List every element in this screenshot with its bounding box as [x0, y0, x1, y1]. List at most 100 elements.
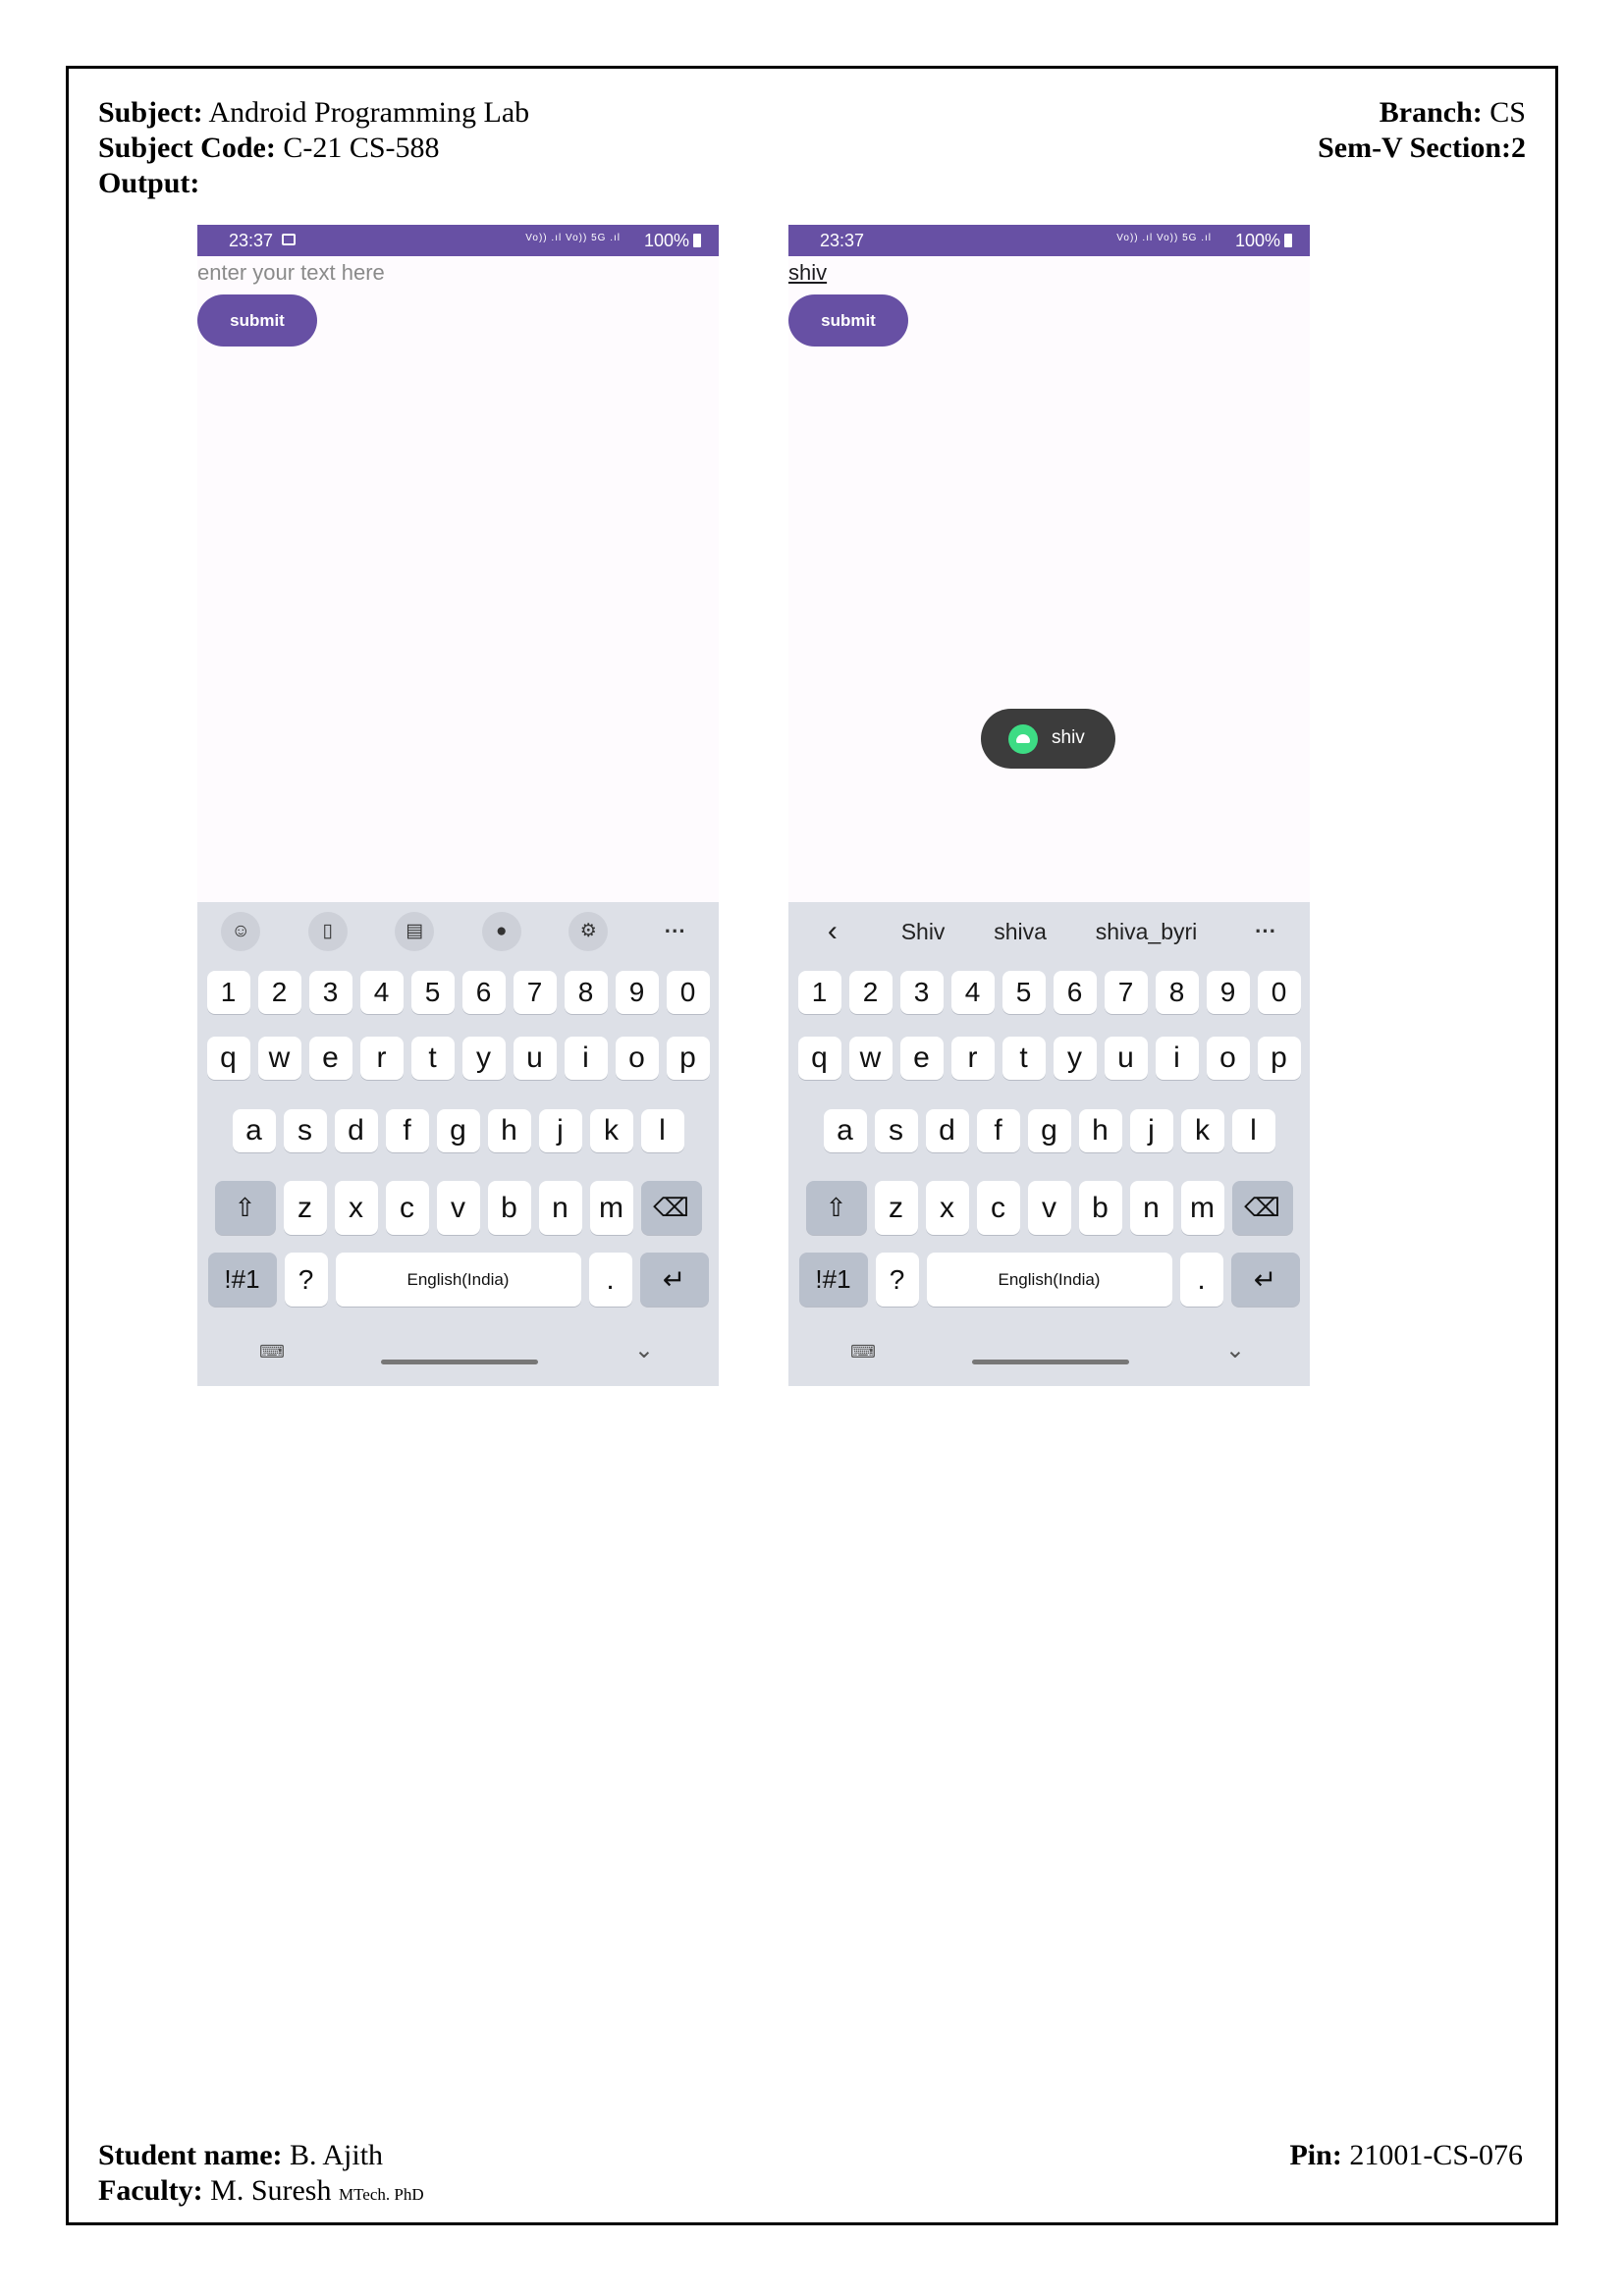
key-s[interactable]: s	[874, 1109, 918, 1152]
key-y[interactable]: y	[461, 1037, 506, 1080]
key-3[interactable]: 3	[308, 971, 352, 1014]
symbols-key[interactable]: !#1	[798, 1253, 868, 1307]
key-d[interactable]: d	[334, 1109, 378, 1152]
space-key[interactable]: English(India)	[926, 1253, 1172, 1307]
key-u[interactable]: u	[513, 1037, 557, 1080]
key-2[interactable]: 2	[257, 971, 301, 1014]
chevron-down-icon[interactable]: ⌄	[1225, 1336, 1245, 1364]
key-v[interactable]: v	[1027, 1181, 1071, 1235]
key-4[interactable]: 4	[950, 971, 995, 1014]
more-icon[interactable]: ···	[656, 919, 695, 944]
key-q[interactable]: q	[206, 1037, 250, 1080]
key-z[interactable]: z	[283, 1181, 327, 1235]
submit-button[interactable]: submit	[197, 294, 317, 347]
key-j[interactable]: j	[1129, 1109, 1173, 1152]
key-l[interactable]: l	[1231, 1109, 1275, 1152]
key-7[interactable]: 7	[1104, 971, 1148, 1014]
key-c[interactable]: c	[385, 1181, 429, 1235]
key-9[interactable]: 9	[615, 971, 659, 1014]
key-f[interactable]: f	[385, 1109, 429, 1152]
key-5[interactable]: 5	[1001, 971, 1046, 1014]
suggestion-1[interactable]: Shiv	[901, 919, 946, 945]
suggestion-2[interactable]: shiva	[994, 919, 1047, 945]
period-key[interactable]: .	[1179, 1253, 1223, 1307]
enter-key[interactable]: ↵	[639, 1253, 709, 1307]
key-i[interactable]: i	[1155, 1037, 1199, 1080]
key-0[interactable]: 0	[666, 971, 710, 1014]
key-e[interactable]: e	[308, 1037, 352, 1080]
key-i[interactable]: i	[564, 1037, 608, 1080]
key-l[interactable]: l	[640, 1109, 684, 1152]
backspace-key[interactable]: ⌫	[640, 1181, 702, 1235]
key-p[interactable]: p	[1257, 1037, 1301, 1080]
key-6[interactable]: 6	[461, 971, 506, 1014]
chevron-down-icon[interactable]: ⌄	[634, 1336, 654, 1364]
backspace-key[interactable]: ⌫	[1231, 1181, 1293, 1235]
period-key[interactable]: .	[588, 1253, 632, 1307]
key-2[interactable]: 2	[848, 971, 893, 1014]
text-input[interactable]: shiv	[788, 260, 827, 286]
submit-button[interactable]: submit	[788, 294, 908, 347]
key-c[interactable]: c	[976, 1181, 1020, 1235]
emoji-icon[interactable]: ☺	[221, 912, 261, 951]
key-e[interactable]: e	[899, 1037, 944, 1080]
key-b[interactable]: b	[487, 1181, 531, 1235]
key-n[interactable]: n	[1129, 1181, 1173, 1235]
key-m[interactable]: m	[1180, 1181, 1224, 1235]
question-key[interactable]: ?	[875, 1253, 919, 1307]
text-input[interactable]: enter your text here	[197, 260, 385, 286]
key-8[interactable]: 8	[564, 971, 608, 1014]
key-1[interactable]: 1	[797, 971, 841, 1014]
key-6[interactable]: 6	[1053, 971, 1097, 1014]
key-h[interactable]: h	[487, 1109, 531, 1152]
mic-icon[interactable]: ●	[481, 912, 521, 951]
key-a[interactable]: a	[232, 1109, 276, 1152]
key-4[interactable]: 4	[359, 971, 404, 1014]
question-key[interactable]: ?	[284, 1253, 328, 1307]
symbols-key[interactable]: !#1	[207, 1253, 277, 1307]
key-j[interactable]: j	[538, 1109, 582, 1152]
shift-key[interactable]: ⇧	[214, 1181, 276, 1235]
key-7[interactable]: 7	[513, 971, 557, 1014]
suggestion-3[interactable]: shiva_byri	[1096, 919, 1198, 945]
key-t[interactable]: t	[1001, 1037, 1046, 1080]
space-key[interactable]: English(India)	[335, 1253, 581, 1307]
key-1[interactable]: 1	[206, 971, 250, 1014]
settings-icon[interactable]: ⚙	[568, 912, 609, 951]
key-k[interactable]: k	[1180, 1109, 1224, 1152]
key-u[interactable]: u	[1104, 1037, 1148, 1080]
key-w[interactable]: w	[257, 1037, 301, 1080]
key-q[interactable]: q	[797, 1037, 841, 1080]
key-p[interactable]: p	[666, 1037, 710, 1080]
key-8[interactable]: 8	[1155, 971, 1199, 1014]
key-g[interactable]: g	[1027, 1109, 1071, 1152]
key-w[interactable]: w	[848, 1037, 893, 1080]
key-s[interactable]: s	[283, 1109, 327, 1152]
more-icon[interactable]: ···	[1246, 919, 1285, 944]
key-b[interactable]: b	[1078, 1181, 1122, 1235]
clipboard-icon[interactable]: ▯	[307, 912, 348, 951]
chevron-left-icon[interactable]: ‹	[813, 915, 852, 948]
keyboard-icon[interactable]: ⌨	[850, 1342, 876, 1362]
key-g[interactable]: g	[436, 1109, 480, 1152]
key-f[interactable]: f	[976, 1109, 1020, 1152]
key-5[interactable]: 5	[410, 971, 455, 1014]
key-a[interactable]: a	[823, 1109, 867, 1152]
key-x[interactable]: x	[334, 1181, 378, 1235]
key-v[interactable]: v	[436, 1181, 480, 1235]
key-r[interactable]: r	[359, 1037, 404, 1080]
key-r[interactable]: r	[950, 1037, 995, 1080]
key-h[interactable]: h	[1078, 1109, 1122, 1152]
key-y[interactable]: y	[1053, 1037, 1097, 1080]
key-k[interactable]: k	[589, 1109, 633, 1152]
key-o[interactable]: o	[1206, 1037, 1250, 1080]
key-3[interactable]: 3	[899, 971, 944, 1014]
key-m[interactable]: m	[589, 1181, 633, 1235]
key-9[interactable]: 9	[1206, 971, 1250, 1014]
key-o[interactable]: o	[615, 1037, 659, 1080]
key-n[interactable]: n	[538, 1181, 582, 1235]
enter-key[interactable]: ↵	[1230, 1253, 1300, 1307]
key-0[interactable]: 0	[1257, 971, 1301, 1014]
key-t[interactable]: t	[410, 1037, 455, 1080]
key-d[interactable]: d	[925, 1109, 969, 1152]
